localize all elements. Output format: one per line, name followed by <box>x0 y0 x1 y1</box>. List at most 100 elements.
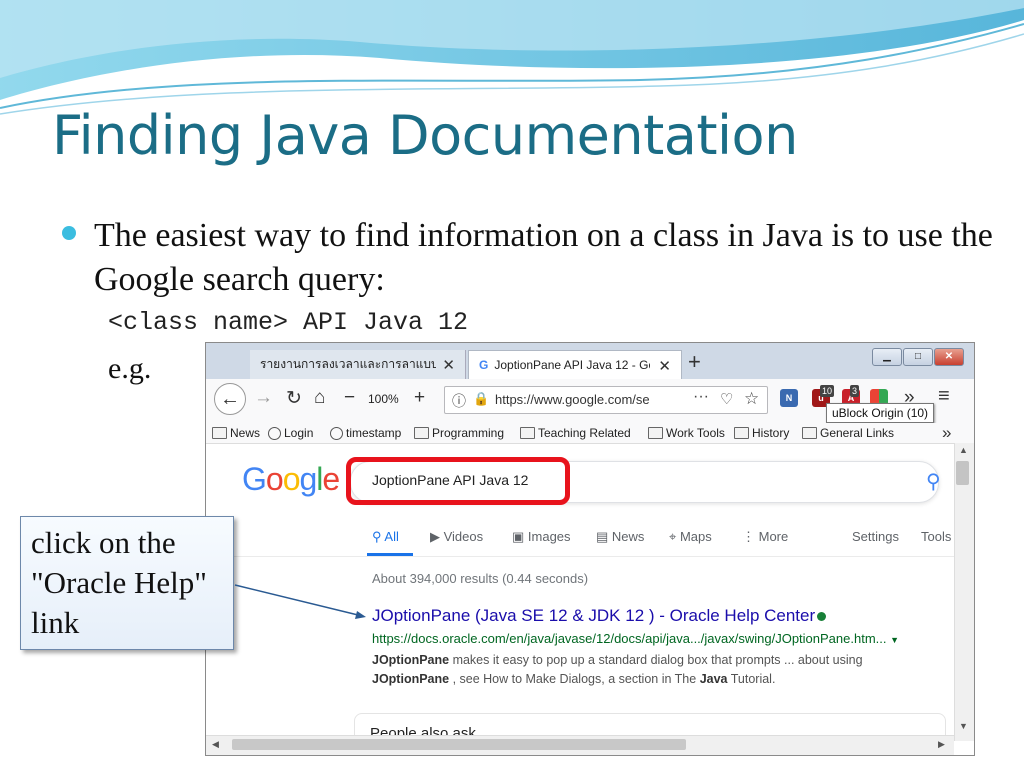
bookmark-general-links[interactable]: General Links <box>802 426 894 440</box>
tab-label: JoptionPane API Java 12 - Goog <box>494 358 650 372</box>
google-logo-letter: o <box>265 461 284 497</box>
gtab-settings[interactable]: Settings <box>852 529 899 544</box>
bookmark-label: Work Tools <box>666 426 725 440</box>
browser-window: รายงานการลงเวลาและการลาแบบละเอี ✕ G Jopt… <box>205 342 975 756</box>
horizontal-scroll-thumb[interactable] <box>232 739 686 750</box>
gtab-news[interactable]: ▤ News <box>596 529 644 545</box>
folder-icon <box>212 427 227 439</box>
bookmark-news[interactable]: News <box>212 426 260 440</box>
minimize-button[interactable]: ▁ <box>872 348 902 366</box>
bookmark-label: News <box>230 426 261 440</box>
more-icon: ⋮ <box>742 529 759 544</box>
scroll-right-icon[interactable]: ▶ <box>938 739 945 750</box>
folder-icon <box>734 427 749 439</box>
callout-box: click on the "Oracle Help" link <box>20 516 234 650</box>
folder-icon <box>414 427 429 439</box>
gtab-label: Maps <box>679 529 712 544</box>
image-icon: ▣ <box>512 529 528 544</box>
hamburger-menu-icon[interactable]: ≡ <box>938 385 950 408</box>
search-icon[interactable]: ⚲ <box>926 469 941 494</box>
snippet-text: , see How to Make Dialogs, a section in … <box>449 672 700 686</box>
forward-button[interactable]: → <box>254 387 273 409</box>
divider <box>206 556 954 557</box>
result-count: About 394,000 results (0.44 seconds) <box>372 571 589 586</box>
scroll-left-icon[interactable]: ◀ <box>212 739 219 750</box>
bookmark-timestamp[interactable]: timestamp <box>330 426 401 440</box>
maximize-button[interactable]: □ <box>903 348 933 366</box>
folder-icon <box>648 427 663 439</box>
bookmark-work-tools[interactable]: Work Tools <box>648 426 725 440</box>
result-url-text[interactable]: https://docs.oracle.com/en/java/javase/1… <box>372 631 887 646</box>
bookmark-history[interactable]: History <box>734 426 789 440</box>
globe-icon <box>330 426 343 440</box>
close-icon[interactable]: ✕ <box>442 356 455 374</box>
video-icon: ▶ <box>430 529 444 544</box>
bookmarks-overflow-icon[interactable]: » <box>942 423 951 443</box>
extension-tooltip: uBlock Origin (10) <box>826 403 935 423</box>
map-icon: ⌖ <box>669 529 680 544</box>
gtab-all[interactable]: ⚲ All <box>372 529 399 545</box>
bookmark-star-icon[interactable]: ☆ <box>744 389 759 409</box>
close-window-button[interactable]: ✕ <box>934 348 964 366</box>
new-extension-icon[interactable]: N <box>780 389 798 407</box>
bookmark-label: Login <box>284 426 314 440</box>
result-url[interactable]: https://docs.oracle.com/en/java/javase/1… <box>372 631 899 646</box>
gtab-label: Images <box>527 529 571 544</box>
result-title[interactable]: JOptionPane (Java SE 12 & JDK 12 ) - Ora… <box>372 606 815 625</box>
bookmark-programming[interactable]: Programming <box>414 426 504 440</box>
zoom-out-button[interactable]: − <box>344 387 355 409</box>
example-label: e.g. <box>108 352 152 385</box>
bookmark-teaching-related[interactable]: Teaching Related <box>520 426 631 440</box>
tab-google-search[interactable]: G JoptionPane API Java 12 - Goog ✕ <box>468 350 682 379</box>
back-button[interactable]: ← <box>214 383 246 415</box>
home-button[interactable]: ⌂ <box>314 387 325 409</box>
oracle-help-link[interactable]: JOptionPane (Java SE 12 & JDK 12 ) - Ora… <box>372 606 827 626</box>
highlight-box <box>346 457 570 505</box>
verified-icon <box>817 612 827 621</box>
zoom-level[interactable]: 100% <box>368 392 399 406</box>
snippet-text: Tutorial. <box>727 672 776 686</box>
tab-thai-report[interactable]: รายงานการลงเวลาและการลาแบบละเอี ✕ <box>250 350 466 379</box>
gtab-tools[interactable]: Tools <box>921 529 951 544</box>
close-icon[interactable]: ✕ <box>658 357 671 375</box>
globe-icon <box>268 426 281 440</box>
tab-label: รายงานการลงเวลาและการลาแบบละเอี <box>260 357 436 371</box>
search-icon: ⚲ <box>372 529 385 544</box>
lock-icon: 🔒 <box>473 391 490 406</box>
reload-button[interactable]: ↻ <box>286 387 302 410</box>
folder-icon <box>520 427 535 439</box>
bullet-icon <box>62 226 76 240</box>
scroll-down-icon[interactable]: ▼ <box>959 721 968 731</box>
google-logo[interactable]: Google <box>242 461 340 498</box>
google-logo-letter: g <box>299 461 317 497</box>
ublock-badge: 10 <box>820 385 835 397</box>
google-logo-letter: e <box>322 461 340 497</box>
gtab-label: Videos <box>443 529 484 544</box>
gtab-more[interactable]: ⋮ More <box>742 529 788 545</box>
page-actions-icon[interactable]: ··· <box>693 388 709 406</box>
bookmark-label: timestamp <box>346 426 402 440</box>
bookmark-login[interactable]: Login <box>268 426 313 440</box>
vertical-scroll-thumb[interactable] <box>956 461 969 485</box>
vertical-scrollbar[interactable] <box>954 443 974 741</box>
adblock-badge: 3 <box>850 385 860 397</box>
google-logo-letter: G <box>242 461 267 497</box>
gtab-label: More <box>758 529 789 544</box>
caret-down-icon[interactable]: ▼ <box>890 635 899 645</box>
zoom-in-button[interactable]: + <box>414 387 425 409</box>
snippet-bold: JOptionPane <box>372 653 450 667</box>
result-snippet: JOptionPane makes it easy to pop up a st… <box>372 651 942 689</box>
snippet-text: makes it easy to pop up a standard dialo… <box>449 653 863 667</box>
pocket-icon[interactable]: ♡ <box>720 390 733 408</box>
gtab-images[interactable]: ▣ Images <box>512 529 571 545</box>
news-icon: ▤ <box>596 529 612 544</box>
bookmark-label: General Links <box>820 426 895 440</box>
scroll-up-icon[interactable]: ▲ <box>959 445 968 455</box>
bookmark-label: Teaching Related <box>538 426 631 440</box>
url-text[interactable]: https://www.google.com/se <box>495 392 650 407</box>
info-icon[interactable]: ⓘ <box>452 391 466 411</box>
url-bar[interactable]: ⓘ 🔒 https://www.google.com/se ··· ♡ ☆ <box>444 386 768 414</box>
gtab-videos[interactable]: ▶ Videos <box>430 529 483 545</box>
gtab-maps[interactable]: ⌖ Maps <box>669 529 712 545</box>
new-tab-button[interactable]: + <box>688 349 701 375</box>
